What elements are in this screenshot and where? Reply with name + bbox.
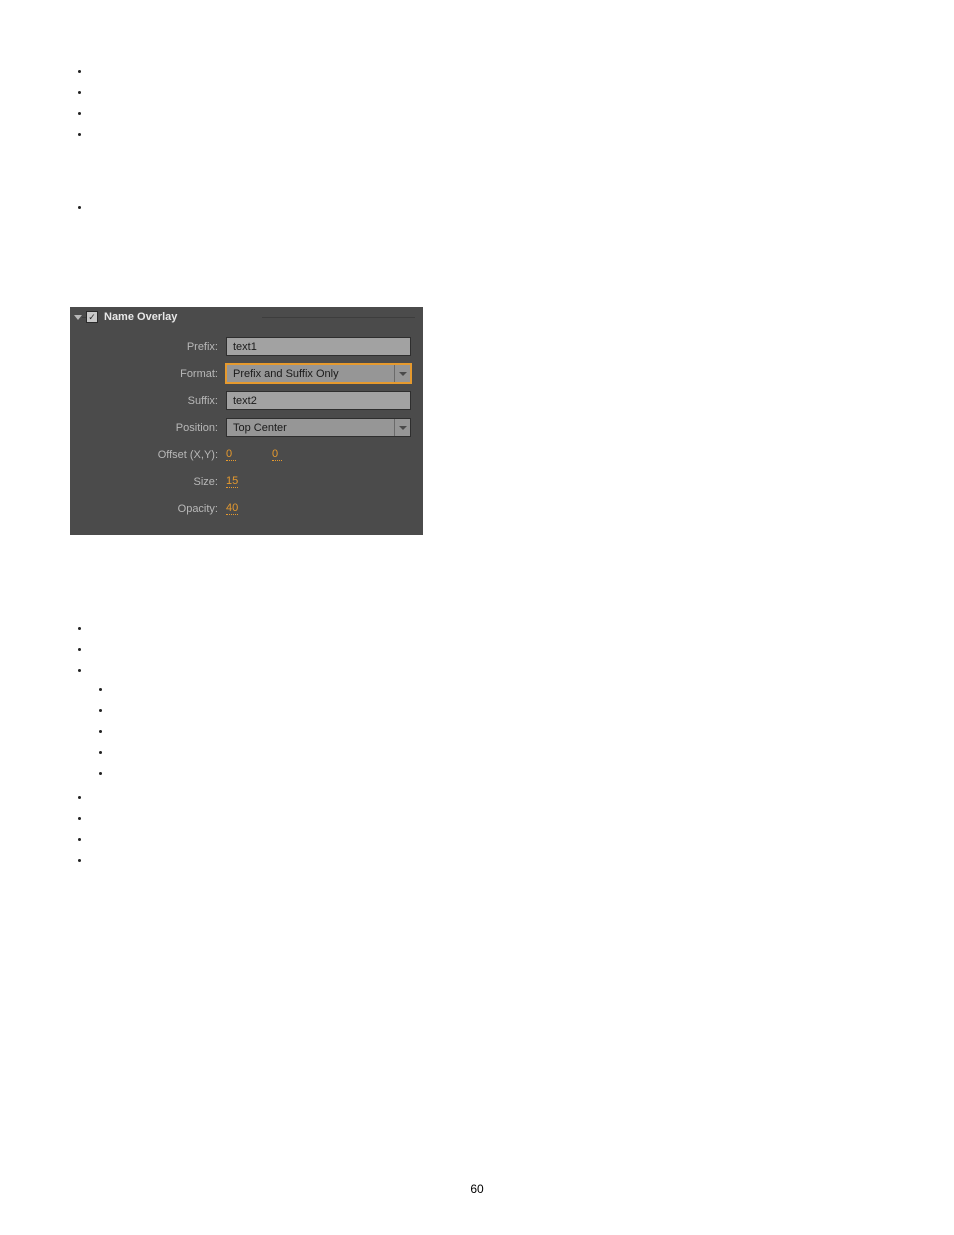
chevron-down-icon [394,419,410,436]
size-scrub[interactable]: 15 [226,476,238,488]
opacity-label: Opacity: [70,503,226,515]
collapse-triangle-icon[interactable] [74,315,82,320]
panel-title: Name Overlay [104,311,177,323]
size-label: Size: [70,476,226,488]
name-overlay-checkbox[interactable]: ✓ [86,311,98,323]
offset-label: Offset (X,Y): [70,449,226,461]
chevron-down-icon [394,365,410,382]
prefix-label: Prefix: [70,341,226,353]
suffix-label: Suffix: [70,395,226,407]
opacity-scrub[interactable]: 40 [226,503,238,515]
suffix-input[interactable]: text2 [226,391,411,410]
page-number: 60 [0,1182,954,1196]
format-dropdown[interactable]: Prefix and Suffix Only [226,364,411,383]
position-label: Position: [70,422,226,434]
name-overlay-panel: ✓ Name Overlay Prefix: text1 Format: Pre… [70,307,423,535]
offset-y-scrub[interactable]: 0 [272,449,282,461]
prefix-input[interactable]: text1 [226,337,411,356]
format-label: Format: [70,368,226,380]
offset-x-scrub[interactable]: 0 [226,449,236,461]
position-dropdown[interactable]: Top Center [226,418,411,437]
